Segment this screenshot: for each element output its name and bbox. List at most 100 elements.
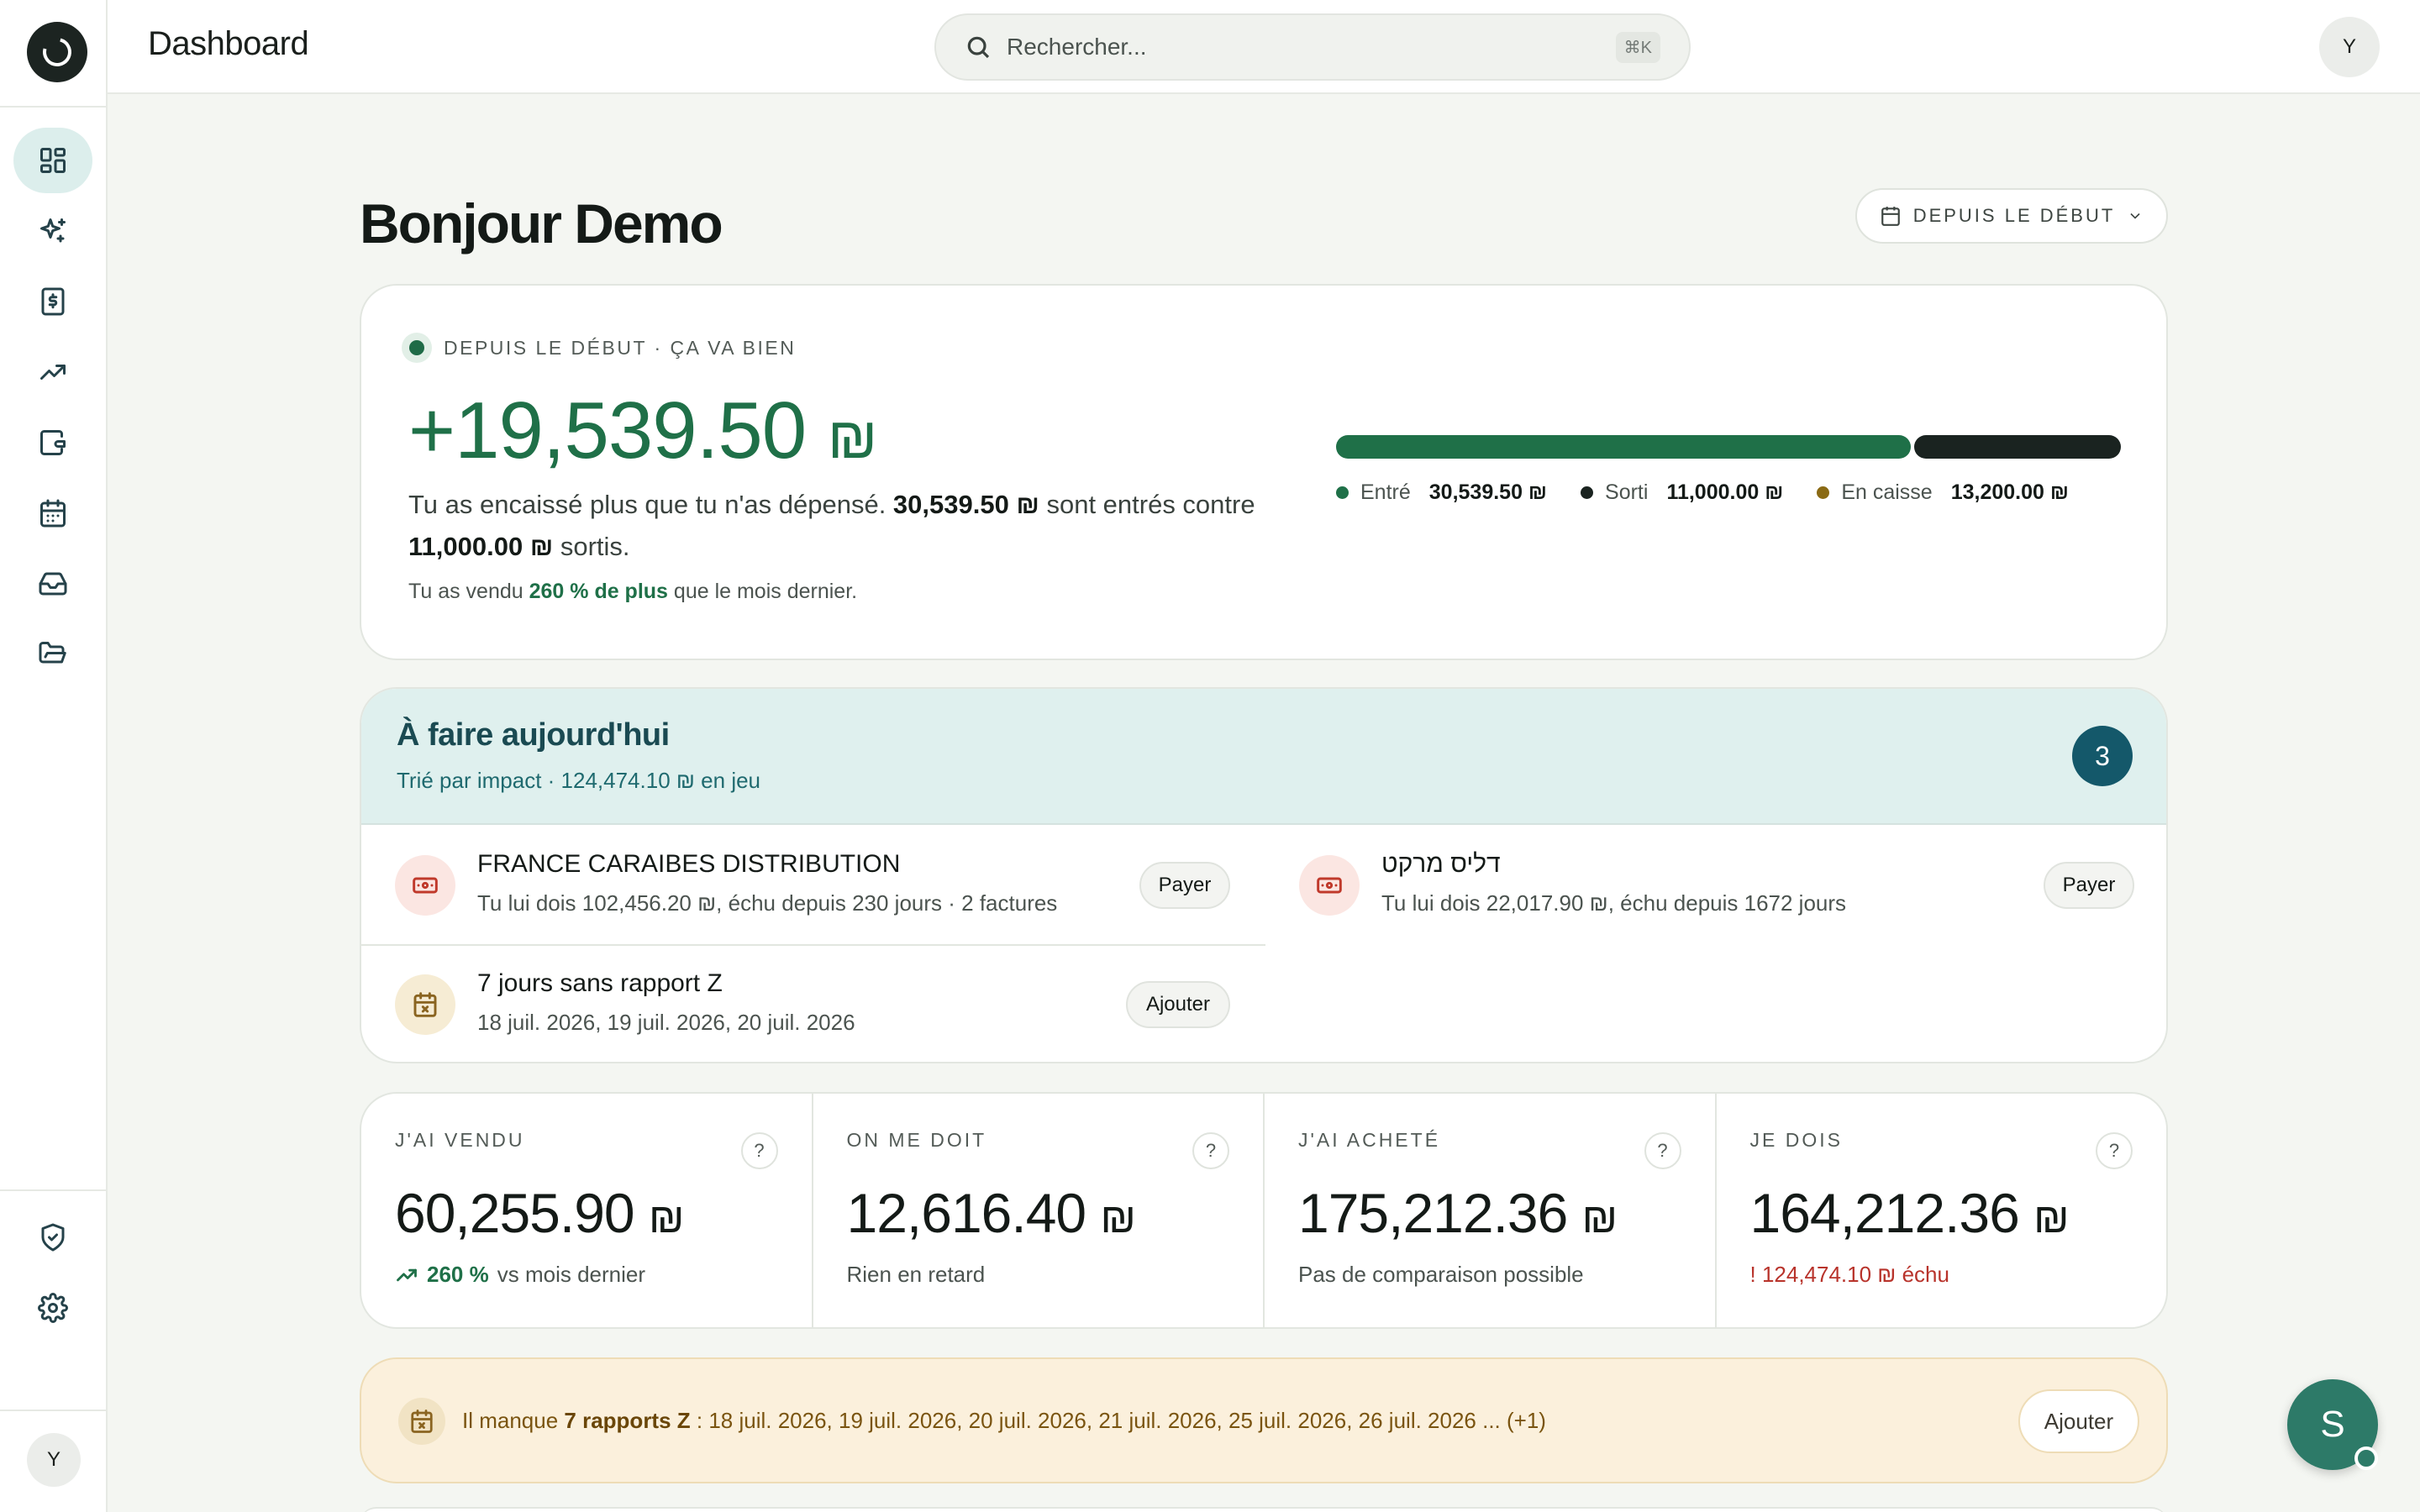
todo-item[interactable]: דליס מרקט Tu lui dois 22,017.90 ₪, échu …	[1265, 827, 2166, 946]
cash-flow-bar	[1336, 435, 2121, 459]
gear-icon	[38, 1293, 68, 1323]
trending-up-icon	[40, 365, 66, 380]
inbox-icon	[39, 572, 67, 596]
chevron-down-icon	[2130, 213, 2140, 219]
folder-icon	[39, 642, 66, 664]
topbar: Dashboard Rechercher... ⌘K Y	[108, 0, 2420, 94]
sidebar-item-calendar[interactable]	[13, 480, 92, 546]
stat-payable: JE DOIS ? 164,212.36 ₪ ! 124,474.10 ₪ éc…	[1717, 1094, 2167, 1327]
bar-segment-in	[1336, 435, 1911, 459]
stat-label: J'AI ACHETÉ	[1298, 1129, 1441, 1151]
status-dot-icon	[402, 333, 432, 363]
sidebar-divider	[0, 1410, 106, 1411]
stat-currency: ₪	[1581, 1194, 1618, 1242]
search-icon	[967, 36, 990, 59]
sidebar-item-wallet[interactable]	[13, 410, 92, 475]
stat-trend-label: vs mois dernier	[497, 1262, 646, 1287]
period-selector[interactable]: DEPUIS LE DÉBUT	[1855, 188, 2168, 244]
legend-item: Sorti 11,000.00 ₪	[1581, 480, 1783, 505]
sidebar-item-settings[interactable]	[13, 1275, 92, 1341]
calendar-icon	[40, 499, 66, 528]
add-reports-button[interactable]: Ajouter	[2018, 1389, 2139, 1453]
todo-subtitle: Trié par impact · 124,474.10 ₪ en jeu	[397, 768, 761, 793]
todo-item[interactable]: FRANCE CARAIBES DISTRIBUTION Tu lui dois…	[361, 827, 1265, 946]
sidebar-item-dashboard[interactable]	[13, 128, 92, 193]
legend-dot-icon	[1817, 486, 1830, 499]
cash-flow-legend: Entré 30,539.50 ₪ Sorti 11,000.00 ₪ En caiss…	[1336, 480, 2069, 505]
legend-label: En caisse	[1841, 480, 1933, 504]
alert-text-start: Il manque	[462, 1408, 565, 1433]
sidebar-item-documents[interactable]	[13, 622, 92, 687]
banknote-icon	[413, 877, 438, 894]
shield-check-icon	[41, 1223, 65, 1252]
stat-label: ON ME DOIT	[846, 1129, 987, 1151]
summary-text-end: sortis.	[553, 532, 630, 561]
stat-amount: 12,616.40	[846, 1182, 1087, 1244]
sidebar-item-security[interactable]	[13, 1205, 92, 1270]
todo-item-detail: Tu lui dois 102,456.20 ₪, échu depuis 23…	[477, 890, 1058, 916]
todo-item-title: דליס מרקט	[1381, 850, 1501, 878]
stat-amount: 175,212.36	[1298, 1182, 1568, 1244]
stat-currency: ₪	[2033, 1194, 2069, 1242]
summary-sub-highlight: 260 % de plus	[529, 580, 668, 603]
greeting-heading: Bonjour Demo	[360, 192, 723, 255]
search-input[interactable]: Rechercher... ⌘K	[934, 13, 1691, 81]
pay-button[interactable]: Payer	[2044, 862, 2134, 909]
stat-receivable: ON ME DOIT ? 12,616.40 ₪ Rien en retard	[813, 1094, 1265, 1327]
summary-card: DEPUIS LE DÉBUT · ÇA VA BIEN +19,539.50 …	[360, 284, 2168, 660]
sidebar-item-inbox[interactable]	[13, 551, 92, 617]
net-amount-value: +19,539.50	[408, 386, 807, 475]
legend-label: Entré	[1360, 480, 1411, 504]
stats-card: J'AI VENDU ? 60,255.90 ₪ 260 % vs mois d…	[360, 1092, 2168, 1329]
todo-item-icon	[1299, 855, 1360, 916]
alert-highlight: 7 rapports Z	[564, 1408, 691, 1433]
todo-item-title: FRANCE CARAIBES DISTRIBUTION	[477, 850, 901, 878]
search-placeholder: Rechercher...	[1007, 34, 1147, 60]
stat-trend-value: 260 %	[427, 1262, 489, 1287]
status-row: DEPUIS LE DÉBUT · ÇA VA BIEN	[402, 333, 796, 363]
summary-text: Tu as encaissé plus que tu n'as dépensé.…	[408, 484, 1282, 568]
legend-dot-icon	[1336, 486, 1349, 499]
sidebar-item-insights[interactable]	[13, 198, 92, 264]
assistant-avatar[interactable]: S	[2287, 1379, 2378, 1470]
period-label: DEPUIS LE DÉBUT	[1912, 205, 2116, 226]
sidebar: Y	[0, 0, 108, 1512]
calendar-icon	[1881, 207, 1900, 226]
stat-label: J'AI VENDU	[395, 1129, 525, 1151]
todo-item-detail: 18 juil. 2026, 19 juil. 2026, 20 juil. 2…	[477, 1010, 855, 1035]
stat-value: 175,212.36 ₪	[1298, 1181, 1618, 1245]
sidebar-item-sales[interactable]	[13, 339, 92, 405]
net-amount-currency: ₪	[827, 405, 877, 470]
todo-card: À faire aujourd'hui Trié par impact · 12…	[360, 687, 2168, 1063]
calendar-x-icon	[413, 992, 437, 1017]
todo-item-detail: Tu lui dois 22,017.90 ₪, échu depuis 167…	[1381, 890, 1847, 916]
stat-value: 60,255.90 ₪	[395, 1181, 684, 1245]
user-avatar[interactable]: Y	[2319, 17, 2380, 77]
stat-currency: ₪	[648, 1194, 684, 1242]
trending-up-icon	[397, 1268, 417, 1281]
todo-item-icon	[395, 855, 455, 916]
add-button[interactable]: Ajouter	[1126, 981, 1230, 1028]
invoice-icon	[41, 287, 65, 316]
legend-value: 11,000.00 ₪	[1666, 480, 1784, 504]
app-logo[interactable]	[27, 22, 87, 82]
summary-sub-start: Tu as vendu	[408, 580, 529, 603]
help-icon[interactable]: ?	[1644, 1132, 1681, 1169]
pay-button[interactable]: Payer	[1139, 862, 1230, 909]
todo-item[interactable]: 7 jours sans rapport Z 18 juil. 2026, 19…	[361, 946, 1265, 1062]
logo-ring-icon	[37, 32, 77, 72]
help-icon[interactable]: ?	[740, 1132, 778, 1169]
summary-text-middle: sont entrés contre	[1039, 490, 1255, 519]
stat-currency: ₪	[1100, 1194, 1135, 1242]
help-icon[interactable]: ?	[1192, 1132, 1229, 1169]
legend-label: Sorti	[1605, 480, 1649, 504]
sidebar-item-invoices[interactable]	[13, 269, 92, 334]
help-icon[interactable]: ?	[2096, 1132, 2133, 1169]
stat-amount: 60,255.90	[395, 1182, 635, 1244]
alert-dates: : 18 juil. 2026, 19 juil. 2026, 20 juil.…	[690, 1408, 1546, 1433]
alert-icon	[398, 1398, 445, 1445]
sidebar-avatar[interactable]: Y	[27, 1433, 81, 1487]
summary-out-amount: 11,000.00 ₪	[408, 532, 554, 561]
stat-note: 260 % vs mois dernier	[395, 1262, 645, 1288]
stat-note: Pas de comparaison possible	[1298, 1262, 1584, 1287]
